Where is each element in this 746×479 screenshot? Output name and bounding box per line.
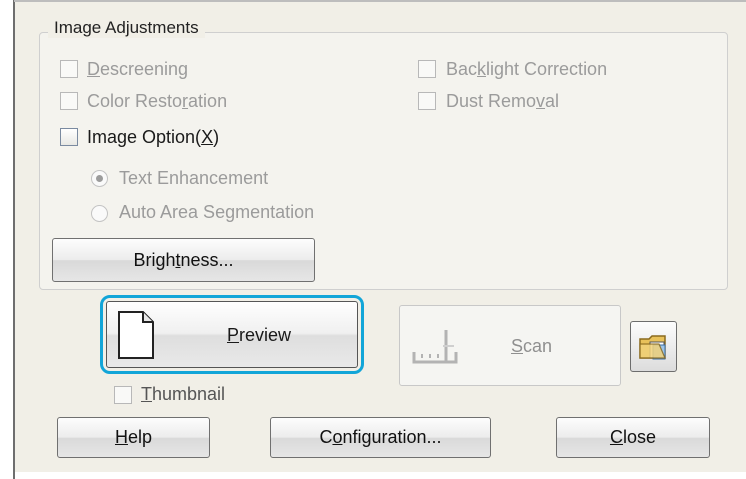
configuration-button-label: Configuration... <box>319 427 442 447</box>
image-option-label: Image Option(X) <box>87 127 220 147</box>
dialog-window: Image Adjustments Descreening Color Rest… <box>0 0 746 479</box>
color-restoration-label: Color Restoration <box>87 91 228 111</box>
configuration-button[interactable]: Configuration... <box>270 417 491 458</box>
preview-button-label: Preview <box>227 325 292 345</box>
text-enhancement-label: Text Enhancement <box>119 168 269 188</box>
folder-icon <box>639 335 666 360</box>
color-restoration-checkbox[interactable] <box>60 92 78 110</box>
image-option-checkbox[interactable] <box>60 128 78 146</box>
folder-button[interactable] <box>630 321 677 372</box>
scanner-icon <box>412 330 458 364</box>
close-button[interactable]: Close <box>556 417 710 458</box>
help-button[interactable]: Help <box>57 417 210 458</box>
dust-removal-label: Dust Removal <box>446 91 560 111</box>
brightness-button[interactable]: Brightness... <box>52 238 315 282</box>
auto-area-segmentation-label: Auto Area Segmentation <box>119 202 315 222</box>
help-button-label: Help <box>114 427 153 447</box>
window-left-border <box>13 0 15 479</box>
window-top-border <box>14 0 746 2</box>
descreening-checkbox[interactable] <box>60 60 78 78</box>
auto-area-segmentation-radio[interactable] <box>91 205 108 222</box>
close-button-label: Close <box>609 427 657 447</box>
backlight-correction-checkbox[interactable] <box>418 60 436 78</box>
document-icon <box>118 311 154 359</box>
scan-button-label: Scan <box>511 336 553 356</box>
brightness-button-label: Brightness... <box>133 249 234 270</box>
preview-button[interactable]: Preview <box>106 301 358 368</box>
text-enhancement-radio[interactable] <box>91 170 108 187</box>
scan-button[interactable]: Scan <box>399 305 621 386</box>
dust-removal-checkbox[interactable] <box>418 92 436 110</box>
thumbnail-checkbox[interactable] <box>114 386 132 404</box>
image-adjustments-title: Image Adjustments <box>48 18 205 38</box>
descreening-label: Descreening <box>87 59 189 79</box>
backlight-correction-label: Backlight Correction <box>446 59 608 79</box>
thumbnail-label: Thumbnail <box>141 384 226 404</box>
